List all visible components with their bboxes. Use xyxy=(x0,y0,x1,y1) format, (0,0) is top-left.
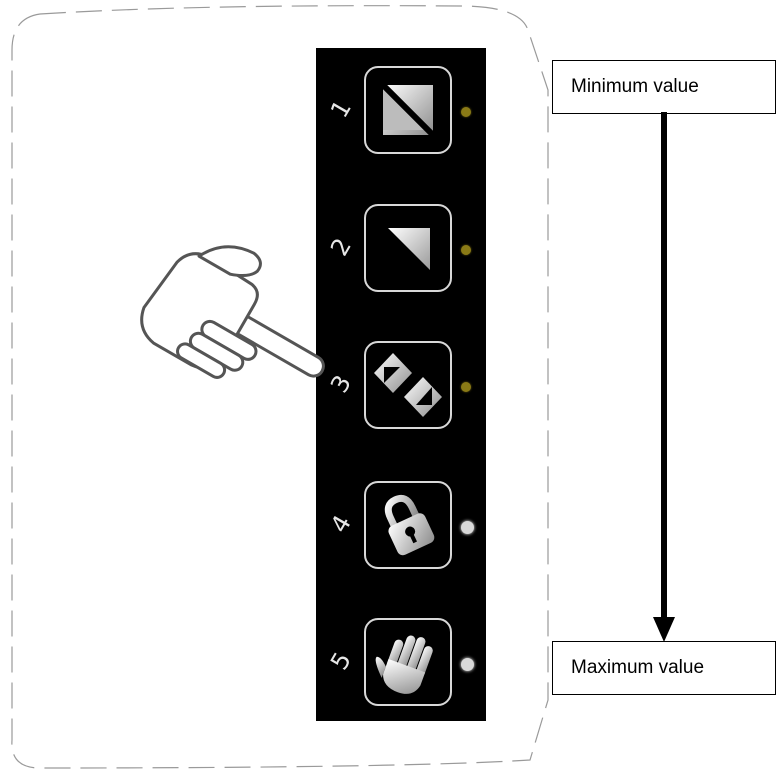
indicator-led-1 xyxy=(461,107,471,117)
padlock-icon xyxy=(384,494,435,556)
minimum-value-label: Minimum value xyxy=(552,60,776,114)
indicator-led-2 xyxy=(461,245,471,255)
indicator-led-4 xyxy=(461,521,474,534)
triangle-corner-icon xyxy=(388,228,430,270)
mode-number-label: 5 xyxy=(325,647,357,675)
down-arrow-icon xyxy=(653,112,675,642)
hand-icon xyxy=(375,635,433,694)
pointing-hand-icon xyxy=(140,245,325,379)
mode-button-2[interactable] xyxy=(364,204,452,292)
bidirectional-triangles-icon xyxy=(374,353,442,417)
mode-number-label: 1 xyxy=(325,95,357,123)
mode-button-5[interactable] xyxy=(364,618,452,706)
mode-row-1: 1 xyxy=(316,64,486,164)
diagonal-split-square-icon xyxy=(380,82,436,138)
indicator-led-3 xyxy=(461,382,471,392)
mode-button-4[interactable] xyxy=(364,481,452,569)
mode-button-3[interactable] xyxy=(364,341,452,429)
mode-button-1[interactable] xyxy=(364,66,452,154)
mode-row-4: 4 xyxy=(316,479,486,579)
mode-row-5: 5 xyxy=(316,616,486,716)
indicator-led-5 xyxy=(461,658,474,671)
mode-number-label: 4 xyxy=(325,510,357,538)
maximum-value-label: Maximum value xyxy=(552,641,776,695)
